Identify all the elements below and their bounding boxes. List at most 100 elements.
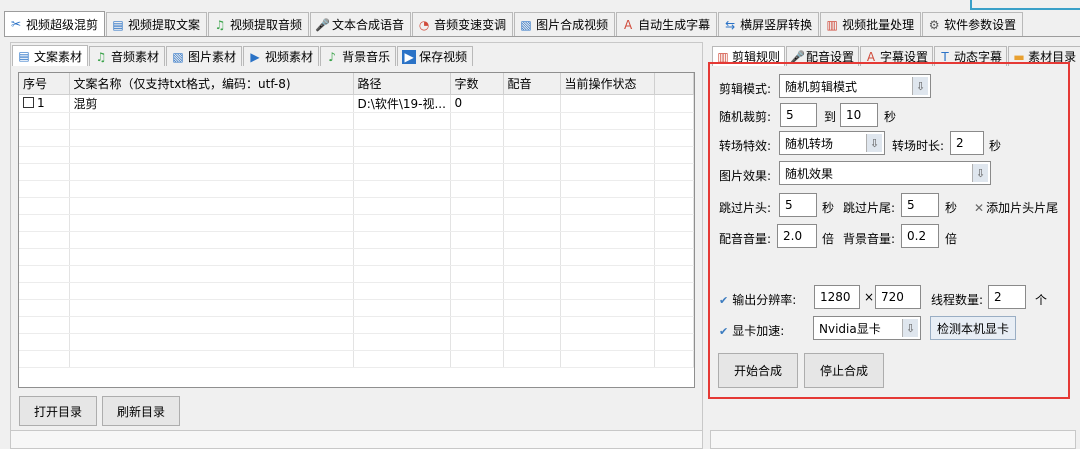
checkmark-icon: ✔ — [719, 294, 729, 307]
empty-row — [19, 197, 694, 215]
detect-gpu-button[interactable]: 检测本机显卡 — [930, 316, 1016, 340]
dropdown-arrow-icon[interactable]: ⇩ — [972, 164, 988, 182]
column-header-index[interactable]: 序号 — [19, 73, 70, 95]
random-cut-label: 随机裁剪: — [719, 110, 772, 124]
scissors-icon: ✂ — [10, 17, 22, 31]
tab-extract-copy[interactable]: ▤ 视频提取文案 — [106, 12, 208, 36]
transition-select[interactable]: 随机转场 ⇩ — [779, 131, 885, 155]
tab-label: 背景音乐 — [342, 50, 391, 64]
image-effect-value: 随机效果 — [785, 166, 834, 181]
bg-volume-input[interactable]: 0.2 — [901, 224, 939, 248]
skip-head-label: 跳过片头: — [719, 201, 772, 215]
seconds-unit: 秒 — [822, 201, 835, 215]
tab-image-material[interactable]: ▧ 图片素材 — [166, 46, 243, 66]
tab-label: 音频素材 — [111, 50, 160, 64]
image-icon: ▧ — [172, 49, 184, 64]
transition-label: 转场特效: — [719, 139, 772, 153]
tab-orientation-convert[interactable]: ⇆ 横屏竖屏转换 — [718, 12, 820, 36]
column-header-word-count[interactable]: 字数 — [450, 73, 504, 95]
play-square-icon: ▶ — [402, 49, 417, 64]
tab-label: 视频批量处理 — [842, 18, 915, 32]
output-resolution-option[interactable]: ✔ 输出分辨率: — [719, 291, 796, 308]
empty-row — [19, 129, 694, 147]
tab-extract-audio[interactable]: ♫ 视频提取音频 — [208, 12, 310, 36]
tab-video-material[interactable]: ▶ 视频素材 — [243, 46, 320, 66]
times-unit: 倍 — [822, 232, 835, 246]
audio-wave-icon: ♫ — [214, 17, 226, 32]
resolution-height-input[interactable]: 720 — [875, 285, 921, 309]
image-effect-label: 图片效果: — [719, 169, 772, 183]
tab-batch-process[interactable]: ▥ 视频批量处理 — [820, 12, 922, 36]
tab-copy-material[interactable]: ▤ 文案素材 — [12, 45, 89, 66]
dropdown-arrow-icon[interactable]: ⇩ — [912, 77, 928, 95]
tab-background-music[interactable]: ♪ 背景音乐 — [320, 46, 397, 66]
row-name: 混剪 — [69, 94, 354, 113]
column-header-path[interactable]: 路径 — [353, 73, 451, 95]
edit-mode-select[interactable]: 随机剪辑模式 ⇩ — [779, 74, 931, 98]
window-edge-decoration — [970, 0, 1080, 10]
tab-software-settings[interactable]: ⚙ 软件参数设置 — [922, 12, 1024, 36]
copy-material-table[interactable]: 序号 文案名称（仅支持txt格式，编码：utf-8) 路径 字数 配音 当前操作… — [18, 72, 695, 388]
skip-head-input[interactable]: 5 — [779, 193, 817, 217]
to-label: 到 — [824, 110, 837, 124]
tab-video-super-mix[interactable]: ✂ 视频超级混剪 — [4, 11, 106, 36]
random-cut-max-input[interactable]: 10 — [840, 103, 878, 127]
threads-input[interactable]: 2 — [988, 285, 1026, 309]
table-row[interactable]: 1 混剪 D:\软件\19-视... 0 — [19, 94, 694, 113]
empty-row — [19, 231, 694, 249]
row-checkbox[interactable] — [23, 97, 34, 108]
tab-label: 图片合成视频 — [536, 18, 609, 32]
tab-label: 保存视频 — [419, 50, 468, 64]
tab-text-to-speech[interactable]: 🎤 文本合成语音 — [310, 12, 412, 36]
empty-row — [19, 146, 694, 164]
music-note-icon: ♪ — [328, 49, 336, 64]
dub-volume-input[interactable]: 2.0 — [777, 224, 817, 248]
main-tab-bar: ✂ 视频超级混剪 ▤ 视频提取文案 ♫ 视频提取音频 🎤 文本合成语音 ◔ 音频变速变调 … — [4, 11, 1024, 36]
tab-images-to-video[interactable]: ▧ 图片合成视频 — [514, 12, 616, 36]
tab-audio-material[interactable]: ♫ 音频素材 — [89, 46, 166, 66]
row-path: D:\软件\19-视... — [353, 94, 451, 113]
column-header-status[interactable]: 当前操作状态 — [560, 73, 655, 95]
edit-mode-value: 随机剪辑模式 — [785, 79, 858, 94]
film-icon: ▥ — [826, 17, 838, 32]
image-effect-select[interactable]: 随机效果 ⇩ — [779, 161, 991, 185]
transition-duration-input[interactable]: 2 — [950, 131, 984, 155]
refresh-directory-button[interactable]: 刷新目录 — [102, 396, 180, 426]
seconds-unit: 秒 — [884, 110, 897, 124]
start-synthesis-button[interactable]: 开始合成 — [718, 353, 798, 388]
skip-tail-label: 跳过片尾: — [843, 201, 896, 215]
tab-save-video[interactable]: ▶ 保存视频 — [397, 46, 474, 66]
column-header-filler — [654, 73, 694, 95]
dropdown-arrow-icon[interactable]: ⇩ — [866, 134, 882, 152]
threads-label: 线程数量: — [931, 293, 984, 307]
document-icon: ▤ — [112, 17, 124, 32]
stop-synthesis-button[interactable]: 停止合成 — [804, 353, 884, 388]
column-header-voice[interactable]: 配音 — [503, 73, 561, 95]
tab-label: 视频提取文案 — [128, 18, 201, 32]
checkmark-icon: ✔ — [719, 325, 729, 338]
gpu-acceleration-option[interactable]: ✔ 显卡加速: — [719, 322, 784, 339]
empty-row — [19, 316, 694, 334]
empty-row — [19, 265, 694, 283]
tab-audio-speed-pitch[interactable]: ◔ 音频变速变调 — [412, 12, 514, 36]
open-directory-button[interactable]: 打开目录 — [19, 396, 97, 426]
resolution-width-input[interactable]: 1280 — [814, 285, 860, 309]
add-head-tail-option[interactable]: ✕ 添加片头片尾 — [974, 199, 1058, 216]
add-head-tail-label: 添加片头片尾 — [986, 201, 1059, 215]
random-cut-min-input[interactable]: 5 — [780, 103, 817, 127]
cross-icon: ✕ — [974, 201, 985, 215]
empty-row — [19, 112, 694, 130]
dropdown-arrow-icon[interactable]: ⇩ — [902, 319, 918, 337]
gpu-acceleration-label: 显卡加速: — [732, 324, 785, 338]
tab-auto-subtitles[interactable]: A 自动生成字幕 — [616, 12, 718, 36]
microphone-icon: 🎤 — [315, 17, 330, 32]
times-unit: 倍 — [945, 232, 958, 246]
tab-label: 视频超级混剪 — [26, 17, 99, 32]
document-icon: ▤ — [18, 49, 30, 63]
gpu-select[interactable]: Nvidia显卡 ⇩ — [813, 316, 921, 340]
transition-duration-label: 转场时长: — [892, 139, 945, 153]
empty-row — [19, 248, 694, 266]
skip-tail-input[interactable]: 5 — [901, 193, 939, 217]
row-index-cell[interactable]: 1 — [19, 94, 70, 113]
column-header-name[interactable]: 文案名称（仅支持txt格式，编码：utf-8) — [69, 73, 354, 95]
